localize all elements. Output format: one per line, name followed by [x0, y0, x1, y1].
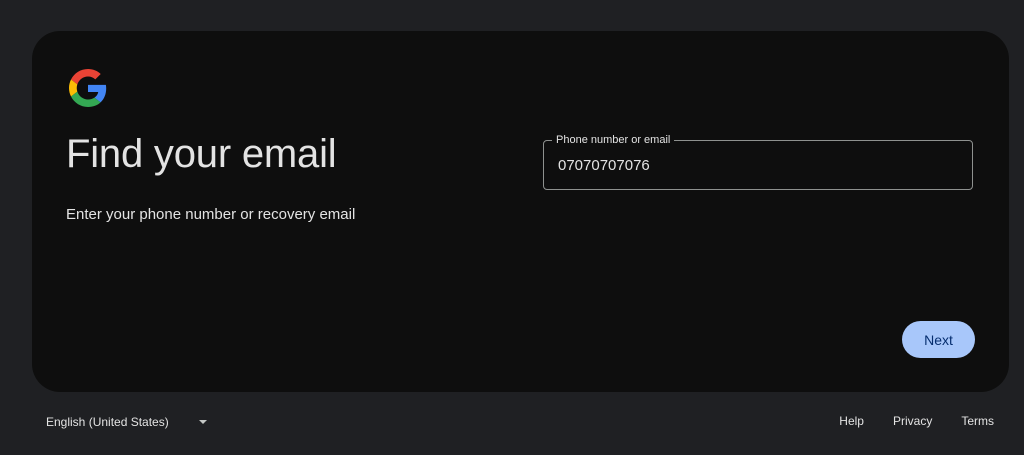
- chevron-down-icon: [198, 420, 207, 424]
- language-selector[interactable]: English (United States): [46, 414, 207, 430]
- next-button[interactable]: Next: [902, 321, 975, 358]
- help-link[interactable]: Help: [839, 414, 864, 428]
- google-logo-icon: [69, 69, 107, 107]
- terms-link[interactable]: Terms: [961, 414, 994, 428]
- page: Find your email Enter your phone number …: [0, 0, 1024, 455]
- footer-links: Help Privacy Terms: [810, 414, 994, 428]
- privacy-link[interactable]: Privacy: [893, 414, 932, 428]
- page-title: Find your email: [66, 132, 337, 176]
- language-label: English (United States): [46, 415, 169, 429]
- find-email-card: Find your email Enter your phone number …: [32, 31, 1009, 392]
- page-subtitle: Enter your phone number or recovery emai…: [66, 206, 356, 223]
- phone-or-email-input[interactable]: [545, 142, 965, 188]
- phone-or-email-field[interactable]: Phone number or email: [543, 133, 973, 190]
